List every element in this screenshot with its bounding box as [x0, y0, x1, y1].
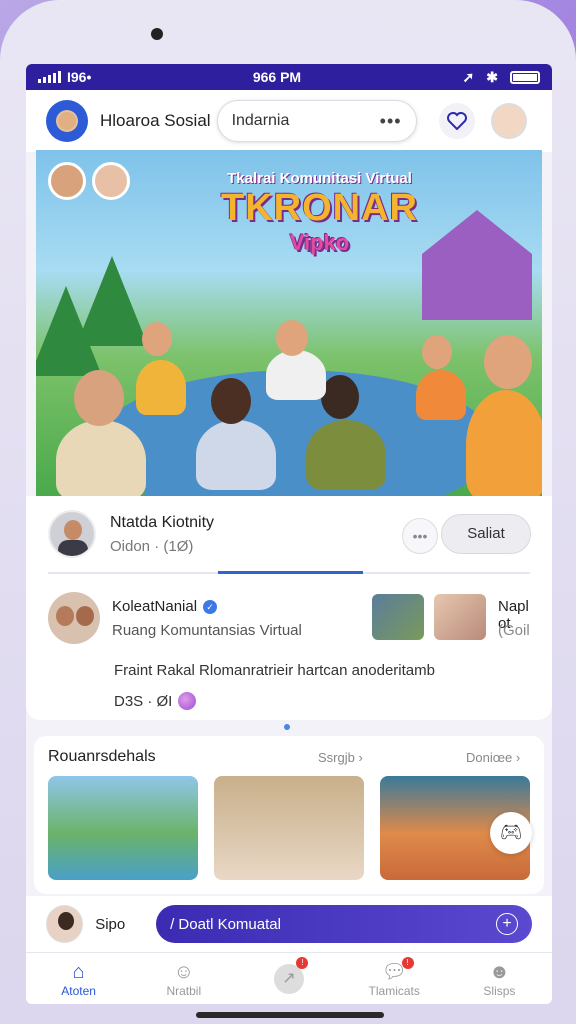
- tab-notifications-label: Tlamicats: [368, 983, 420, 998]
- author-name[interactable]: Ntatda Kiotnity: [110, 514, 214, 532]
- recommendations-link-1[interactable]: Ssrgjb ›: [318, 750, 363, 765]
- recommendations-section: Rouanrsdehals Ssrgjb › Doniœe › 🎮︎: [34, 736, 544, 894]
- tab-settings-label: Slisps: [483, 983, 516, 998]
- clock: 966 PM: [252, 69, 302, 85]
- comment-input[interactable]: / Doatl Komuatal +: [156, 905, 533, 943]
- explore-badge: !: [296, 957, 309, 969]
- post-date: D3S · ØI: [114, 692, 197, 710]
- home-icon: ⌂: [72, 960, 85, 983]
- bluetooth-icon: ✱: [486, 68, 498, 85]
- tab-bar: ⌂ Atoten ☺ Nratbil ↗ ! 💬︎ ! Tlamicats ☻ …: [26, 952, 552, 1004]
- signal-icon: [38, 71, 61, 83]
- comment-bar: Sipo / Doatl Komuatal +: [26, 896, 552, 952]
- post-header: Ntatda Kiotnity Oidon · (1Ø) ••• Saliat: [48, 510, 531, 558]
- search-input[interactable]: [231, 112, 372, 130]
- verified-icon: ✓: [203, 599, 218, 614]
- more-options-button[interactable]: •••: [402, 518, 438, 554]
- post-meta: Oidon · (1Ø): [110, 537, 194, 555]
- community-name[interactable]: KoleatNanial: [112, 598, 197, 615]
- commenter-name: Sipo: [95, 915, 126, 933]
- status-bar: I96• 966 PM ➚ ✱: [26, 64, 552, 90]
- tab-notifications[interactable]: 💬︎ ! Tlamicats: [342, 953, 447, 1004]
- hero-avatar-1[interactable]: [48, 162, 86, 200]
- person-icon: ☺: [173, 960, 195, 983]
- gamepad-icon[interactable]: 🎮︎: [490, 812, 532, 854]
- location-icon: ➚: [462, 68, 475, 85]
- app-logo-avatar[interactable]: [46, 100, 88, 142]
- app-title: Hloaroa Sosial: [100, 111, 211, 130]
- community-row: KoleatNanial ✓ Ruang Komuntansias Virtua…: [48, 592, 530, 652]
- subscribe-button[interactable]: Saliat: [441, 514, 531, 554]
- camera-dot: [151, 28, 163, 40]
- community-thumbnail-1[interactable]: [372, 594, 424, 640]
- user-icon: ☻: [488, 960, 510, 983]
- comment-placeholder: / Doatl Komuatal: [170, 915, 281, 933]
- recommendations-link-2[interactable]: Doniœe ›: [466, 750, 520, 765]
- recommendation-card-2[interactable]: [214, 776, 364, 880]
- tab-home-label: Atoten: [61, 983, 96, 998]
- favorites-button[interactable]: [438, 103, 475, 139]
- post-description: Fraint Rakal Rlomanratrieir hartcan anod…: [114, 662, 435, 679]
- tab-profile-label: Nratbil: [166, 983, 202, 998]
- hero-avatar-2[interactable]: [92, 162, 130, 200]
- hero-banner[interactable]: Tkalrai Komunitasi Virtual TKRONAR Vipko: [36, 150, 542, 496]
- app-header: Hloaroa Sosial •••: [26, 90, 552, 152]
- reaction-icon[interactable]: [178, 692, 197, 710]
- commenter-avatar[interactable]: [46, 905, 84, 943]
- user-avatar[interactable]: [490, 103, 527, 139]
- battery-icon: [510, 70, 540, 84]
- community-subtitle: Ruang Komuntansias Virtual: [112, 622, 302, 639]
- pager-dot: [284, 724, 290, 730]
- app-screen: I96• 966 PM ➚ ✱ Hloaroa Sosial ••• Tkalr…: [26, 64, 552, 1004]
- side-subtitle: (Goil: [498, 622, 530, 639]
- carrier-label: I96•: [67, 69, 92, 85]
- tab-home[interactable]: ⌂ Atoten: [26, 953, 131, 1004]
- community-thumbnail-2[interactable]: [434, 594, 486, 640]
- hero-subline: Vipko: [289, 230, 350, 255]
- post-date-text: D3S · ØI: [114, 692, 173, 710]
- recommendation-card-1[interactable]: [48, 776, 198, 880]
- tab-profile[interactable]: ☺ Nratbil: [131, 953, 236, 1004]
- hero-headline: TKRONAR: [221, 187, 418, 229]
- author-avatar[interactable]: [48, 510, 96, 558]
- recommendations-title: Rouanrsdehals: [48, 748, 156, 765]
- post-card: Ntatda Kiotnity Oidon · (1Ø) ••• Saliat …: [26, 496, 552, 720]
- search-bar[interactable]: •••: [216, 100, 417, 142]
- hero-title: Tkalrai Komunitasi Virtual TKRONAR Vipko: [221, 170, 418, 256]
- search-menu-icon[interactable]: •••: [380, 111, 402, 132]
- heart-icon: [446, 112, 467, 130]
- tab-explore[interactable]: ↗ !: [236, 953, 341, 1004]
- notifications-badge: !: [401, 957, 414, 969]
- community-avatar[interactable]: [48, 592, 100, 644]
- post-progress-fill: [218, 571, 363, 574]
- add-icon[interactable]: +: [496, 913, 519, 935]
- tab-settings[interactable]: ☻ Slisps: [447, 953, 552, 1004]
- post-progress-track: [48, 571, 530, 574]
- hero-kicker: Tkalrai Komunitasi Virtual: [227, 170, 412, 187]
- home-indicator[interactable]: [196, 1012, 384, 1018]
